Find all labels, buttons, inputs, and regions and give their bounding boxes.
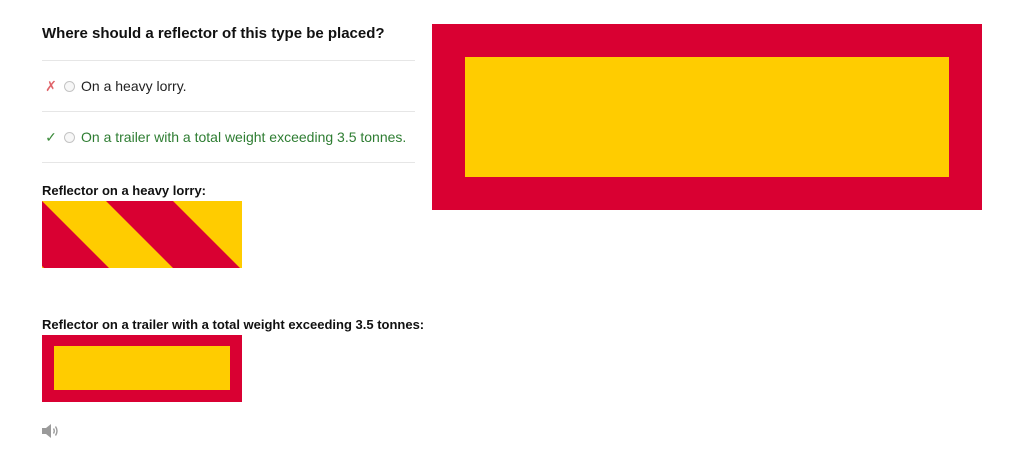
trailer-reflector-image — [42, 335, 242, 402]
lorry-reflector-caption: Reflector on a heavy lorry: — [42, 183, 206, 198]
radio-button[interactable] — [64, 131, 75, 143]
answer-label: On a heavy lorry. — [81, 78, 187, 94]
question-text: Where should a reflector of this type be… — [42, 25, 385, 42]
radio-button[interactable] — [64, 80, 75, 92]
answer-option-heavy-lorry[interactable]: ✗ On a heavy lorry. — [42, 61, 415, 112]
trailer-reflector-caption: Reflector on a trailer with a total weig… — [42, 317, 425, 332]
reflector-inner-yellow — [54, 346, 230, 390]
wrong-mark-icon: ✗ — [45, 77, 57, 94]
quiz-page: Where should a reflector of this type be… — [0, 0, 1016, 461]
answer-label: On a trailer with a total weight exceedi… — [81, 129, 407, 145]
answer-list: ✗ On a heavy lorry. ✓ On a trailer with … — [42, 60, 415, 163]
question-reflector-image — [432, 24, 982, 210]
lorry-reflector-image — [42, 201, 242, 268]
reflector-inner-yellow — [465, 57, 949, 177]
answer-option-trailer[interactable]: ✓ On a trailer with a total weight excee… — [42, 112, 415, 163]
speaker-icon[interactable] — [41, 422, 61, 440]
correct-mark-icon: ✓ — [45, 128, 57, 145]
